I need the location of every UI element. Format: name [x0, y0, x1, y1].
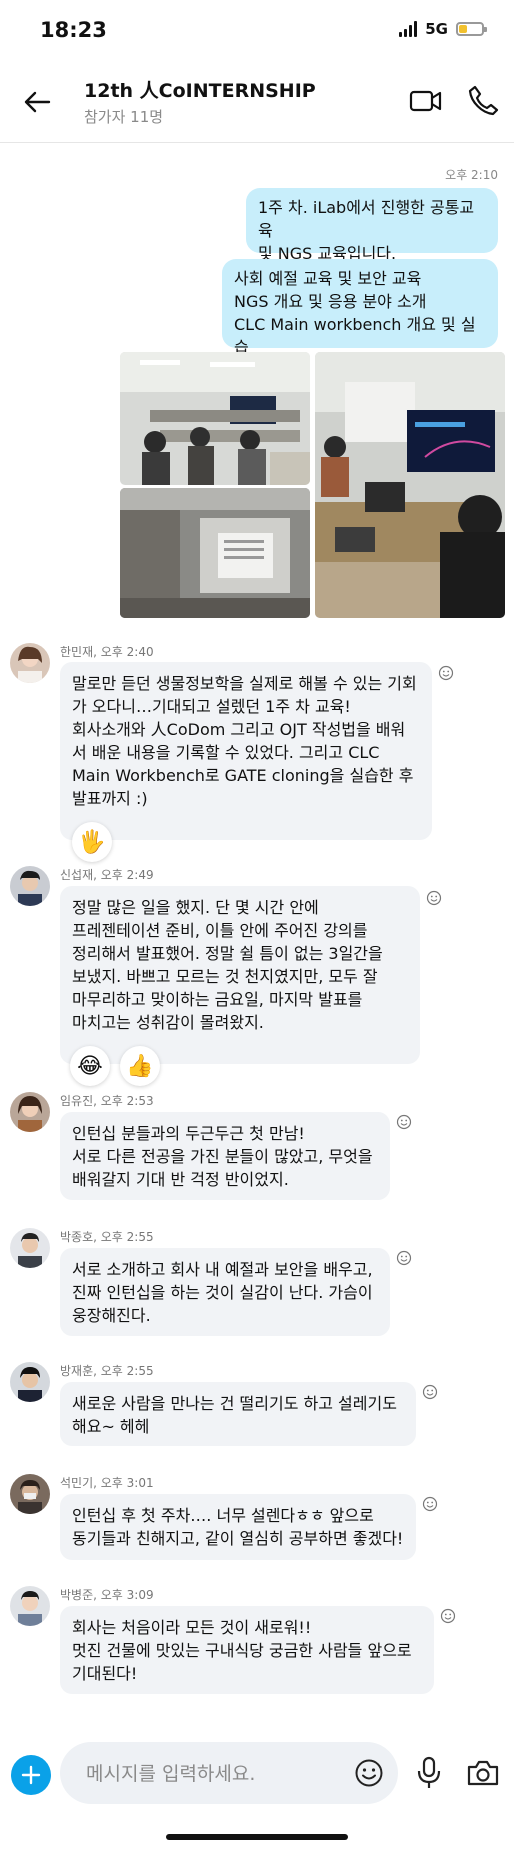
incoming-message[interactable]: 서로 소개하고 회사 내 예절과 보안을 배우고, 진짜 인턴십을 하는 것이 …	[60, 1248, 390, 1336]
microphone-icon	[417, 1756, 441, 1788]
sender-name: 신섭재, 오후 2:49	[60, 868, 154, 882]
message-line: 회사소개와 人CoDom 그리고 OJT 작성법을 배워	[72, 720, 406, 739]
message-line: 새로운 사람을 만나는 건 떨리기도 하고 설레기도	[72, 1394, 397, 1413]
outgoing-message[interactable]: 사회 예절 교육 및 보안 교육 NGS 개요 및 응용 분야 소개 CLC M…	[222, 259, 498, 357]
message-line: 인턴십 후 첫 주차…. 너무 설렌다ㅎㅎ 앞으로	[72, 1506, 374, 1525]
lecture-room-photo	[120, 488, 310, 618]
message-line: 배워갈지 기대 반 걱정 반이었지.	[72, 1170, 289, 1189]
message-line: 웅장해진다.	[72, 1306, 151, 1325]
arrow-left-icon	[24, 91, 51, 113]
status-indicators: 5G	[399, 20, 487, 38]
video-camera-icon	[409, 90, 442, 112]
avatar[interactable]	[10, 643, 50, 683]
message-line: 동기들과 친해지고, 같이 열심히 공부하면 좋겠다!	[72, 1529, 404, 1548]
avatar[interactable]	[10, 1228, 50, 1268]
message-line: 말로만 듣던 생물정보학을 실제로 해볼 수 있는 기회	[72, 674, 417, 693]
emoji-button[interactable]	[354, 1758, 384, 1788]
battery-icon	[456, 22, 487, 36]
sender-name: 박병준, 오후 3:09	[60, 1588, 154, 1602]
camera-button[interactable]	[466, 1758, 500, 1788]
incoming-message[interactable]: 인턴십 분들과의 두근두근 첫 만남! 서로 다른 전공을 가진 분들이 많았고…	[60, 1112, 390, 1200]
participant-count[interactable]: 참가자 11명	[84, 106, 163, 127]
phone-icon	[468, 85, 499, 116]
camera-icon	[467, 1760, 499, 1786]
incoming-message[interactable]: 인턴십 후 첫 주차…. 너무 설렌다ㅎㅎ 앞으로 동기들과 친해지고, 같이 …	[60, 1494, 416, 1560]
message-line: 정말 많은 일을 했지. 단 몇 시간 안에	[72, 898, 319, 917]
message-line: 정리해서 발표했어. 정말 쉴 틈이 없는 3일간을	[72, 944, 383, 963]
message-line: 서로 소개하고 회사 내 예절과 보안을 배우고,	[72, 1260, 373, 1279]
add-reaction-icon[interactable]	[422, 1496, 438, 1512]
presentation-photo	[315, 352, 505, 618]
message-timestamp: 오후 2:10	[445, 168, 498, 182]
avatar[interactable]	[10, 866, 50, 906]
message-composer	[60, 1742, 398, 1804]
add-reaction-icon[interactable]	[426, 890, 442, 906]
message-line: 마치고는 성취감이 몰려왔지.	[72, 1013, 264, 1032]
sender-name: 임유진, 오후 2:53	[60, 1094, 154, 1108]
incoming-message[interactable]: 새로운 사람을 만나는 건 떨리기도 하고 설레기도 해요~ 헤헤	[60, 1382, 416, 1446]
smiley-icon	[355, 1759, 383, 1787]
signal-icon	[399, 21, 418, 37]
message-line: 마무리하고 맞이하는 금요일, 마지막 발표를	[72, 990, 363, 1009]
shared-photo[interactable]	[120, 352, 310, 485]
audio-call-button[interactable]	[466, 82, 500, 118]
message-line: 1주 차. iLab에서 진행한 공통교육	[258, 198, 475, 240]
chat-header: 12th 人CoINTERNSHIP 참가자 11명	[0, 60, 514, 143]
message-line: 가 오다니…기대되고 설렜던 1주 차 교육!	[72, 697, 351, 716]
reaction-badge[interactable]: 🖐	[72, 822, 112, 862]
add-reaction-icon[interactable]	[438, 665, 454, 681]
message-line: Main Workbench로 GATE cloning을 실습한 후	[72, 766, 414, 785]
voice-message-button[interactable]	[416, 1755, 442, 1791]
message-line: 서 배운 내용을 기록할 수 있었다. 그리고 CLC	[72, 743, 380, 762]
message-line: 회사는 처음이라 모든 것이 새로워!!	[72, 1618, 312, 1637]
add-attachment-button[interactable]	[11, 1755, 51, 1795]
sender-name: 석민기, 오후 3:01	[60, 1476, 154, 1490]
incoming-message[interactable]: 정말 많은 일을 했지. 단 몇 시간 안에 프레젠테이션 준비, 이틀 안에 …	[60, 886, 420, 1064]
reaction-badge[interactable]: 😂	[70, 1046, 110, 1086]
avatar[interactable]	[10, 1474, 50, 1514]
message-line: 사회 예절 교육 및 보안 교육	[234, 269, 422, 288]
message-line: 인턴십 분들과의 두근두근 첫 만남!	[72, 1124, 305, 1143]
plus-icon	[21, 1765, 41, 1785]
classroom-photo	[120, 352, 310, 485]
message-line: 프레젠테이션 준비, 이틀 안에 주어진 강의를	[72, 921, 368, 940]
sender-name: 방재훈, 오후 2:55	[60, 1364, 154, 1378]
message-line: 해요~ 헤헤	[72, 1417, 150, 1436]
message-line: 멋진 건물에 맛있는 구내식당 궁금한 사람들 앞으로	[72, 1641, 412, 1660]
message-input[interactable]	[84, 1760, 318, 1788]
avatar[interactable]	[10, 1092, 50, 1132]
add-reaction-icon[interactable]	[396, 1114, 412, 1130]
sender-name: 한민재, 오후 2:40	[60, 645, 154, 659]
outgoing-message[interactable]: 1주 차. iLab에서 진행한 공통교육 및 NGS 교육입니다.	[246, 188, 498, 263]
message-line: 보냈지. 바쁘고 모르는 것 천지였지만, 모두 잘	[72, 967, 378, 986]
message-line: 서로 다른 전공을 가진 분들이 많았고, 무엇을	[72, 1147, 373, 1166]
add-reaction-icon[interactable]	[422, 1384, 438, 1400]
network-type: 5G	[425, 20, 448, 38]
message-line: NGS 개요 및 응용 분야 소개	[234, 292, 427, 311]
message-line: 기대된다!	[72, 1664, 138, 1683]
back-button[interactable]	[18, 82, 58, 122]
avatar[interactable]	[10, 1362, 50, 1402]
message-line: 진짜 인턴십을 하는 것이 실감이 난다. 가슴이	[72, 1283, 373, 1302]
message-line: 발표까지 :)	[72, 789, 148, 808]
avatar[interactable]	[10, 1586, 50, 1626]
reaction-badge[interactable]: 👍	[120, 1046, 160, 1086]
incoming-message[interactable]: 회사는 처음이라 모든 것이 새로워!! 멋진 건물에 맛있는 구내식당 궁금한…	[60, 1606, 434, 1694]
incoming-message[interactable]: 말로만 듣던 생물정보학을 실제로 해볼 수 있는 기회 가 오다니…기대되고 …	[60, 662, 432, 840]
chat-title[interactable]: 12th 人CoINTERNSHIP	[84, 76, 316, 103]
home-indicator	[166, 1834, 348, 1840]
shared-photo[interactable]	[120, 488, 310, 618]
add-reaction-icon[interactable]	[396, 1250, 412, 1266]
add-reaction-icon[interactable]	[440, 1608, 456, 1624]
status-time: 18:23	[40, 18, 107, 42]
sender-name: 박종호, 오후 2:55	[60, 1230, 154, 1244]
video-call-button[interactable]	[408, 84, 444, 118]
shared-photo[interactable]	[315, 352, 505, 618]
